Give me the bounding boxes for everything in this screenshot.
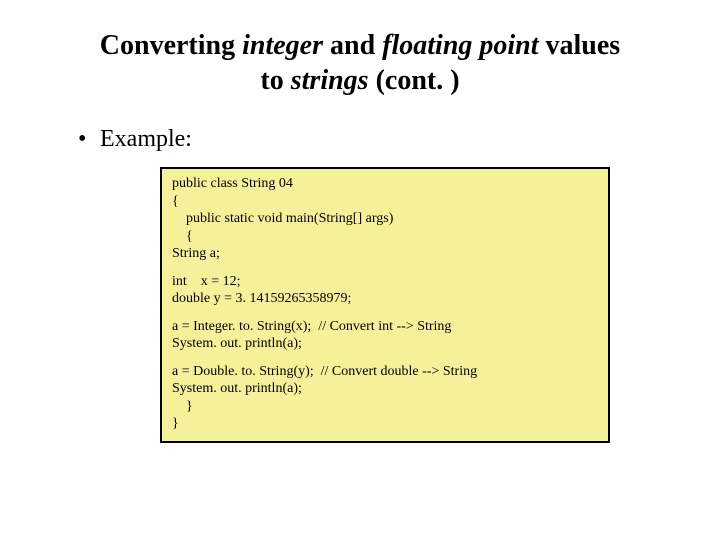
title-part: strings	[291, 65, 369, 96]
code-line: public static void main(String[] args)	[172, 210, 598, 228]
code-paragraph: public class String 04 { public static v…	[172, 175, 598, 263]
code-block: public class String 04 { public static v…	[160, 167, 610, 443]
code-line: System. out. println(a);	[172, 335, 598, 353]
code-line: String a;	[172, 245, 598, 263]
bullet-label: Example:	[100, 126, 192, 153]
code-line: }	[172, 398, 598, 416]
bullet-dot-icon: •	[78, 126, 100, 153]
code-line: }	[172, 415, 598, 433]
code-line: a = Double. to. String(y); // Convert do…	[172, 363, 598, 381]
slide-title: Converting integer and floating point va…	[50, 28, 670, 98]
title-part: integer	[242, 30, 323, 61]
code-line: {	[172, 193, 598, 211]
title-part: floating point	[382, 30, 538, 61]
code-paragraph: int x = 12; double y = 3. 14159265358979…	[172, 273, 598, 308]
code-line: public class String 04	[172, 175, 598, 193]
code-line: {	[172, 228, 598, 246]
slide: Converting integer and floating point va…	[0, 0, 720, 463]
code-paragraph: a = Integer. to. String(x); // Convert i…	[172, 318, 598, 353]
code-paragraph: a = Double. to. String(y); // Convert do…	[172, 363, 598, 433]
code-line: double y = 3. 14159265358979;	[172, 290, 598, 308]
title-part: to	[260, 65, 290, 96]
code-line: System. out. println(a);	[172, 380, 598, 398]
title-part: values	[539, 30, 621, 61]
title-part: Converting	[100, 30, 242, 61]
bullet-item: • Example:	[78, 126, 670, 153]
title-part: and	[323, 30, 382, 61]
code-line: int x = 12;	[172, 273, 598, 291]
title-part: (cont. )	[369, 65, 460, 96]
code-line: a = Integer. to. String(x); // Convert i…	[172, 318, 598, 336]
